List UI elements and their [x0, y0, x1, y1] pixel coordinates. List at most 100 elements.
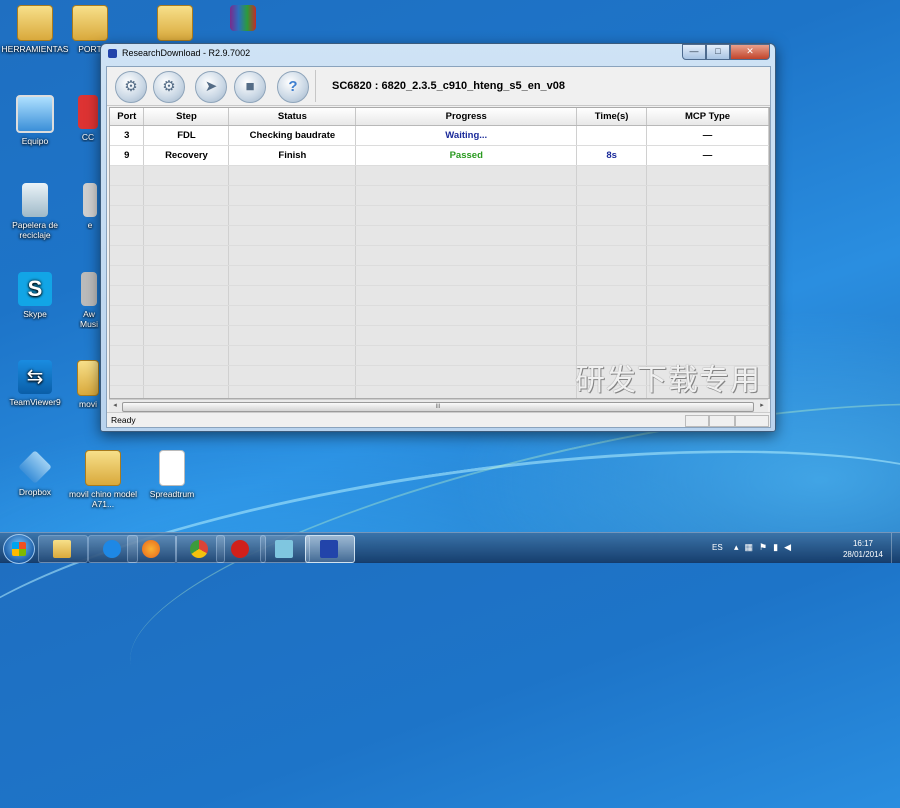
- research-download-icon: [320, 540, 338, 558]
- cell-status: Finish: [228, 145, 357, 166]
- desktop-icon-movil-chino[interactable]: movil chino model A71...: [68, 450, 138, 509]
- skype-icon: S: [18, 272, 52, 306]
- desktop-icon-archive[interactable]: [208, 5, 278, 34]
- shortcut-icon: [81, 272, 97, 306]
- research-download-window: ResearchDownload - R2.9.7002 — □ ✕ ⚙ ⚙ ➤…: [100, 43, 776, 432]
- desktop-icon-spreadtrum[interactable]: Spreadtrum: [137, 450, 207, 499]
- show-hidden-icons-icon[interactable]: ▴: [734, 542, 745, 552]
- network-icon[interactable]: ▦: [745, 542, 760, 552]
- column-header-time[interactable]: Time(s): [576, 108, 648, 126]
- status-text: Ready: [111, 415, 136, 425]
- empty-row: [110, 325, 769, 346]
- cell-port: 3: [110, 125, 145, 146]
- desktop-icon-folder[interactable]: [140, 5, 210, 44]
- shortcut-icon: [83, 183, 97, 217]
- cell-step: FDL: [143, 125, 230, 146]
- start-download-button[interactable]: ➤: [195, 71, 227, 103]
- cell-status: Checking baudrate: [228, 125, 357, 146]
- desktop-icon-dropbox[interactable]: Dropbox: [0, 450, 70, 497]
- dropbox-icon: [18, 450, 52, 484]
- chrome-icon: [190, 540, 208, 558]
- language-indicator[interactable]: ES: [712, 543, 723, 552]
- column-header-step[interactable]: Step: [143, 108, 230, 126]
- action-center-icon[interactable]: ⚑: [759, 542, 773, 552]
- cell-time: [576, 125, 648, 146]
- cell-progress: Waiting...: [355, 125, 578, 146]
- cell-mcp-type: —: [646, 125, 769, 146]
- folder-icon: [17, 5, 53, 41]
- empty-row: [110, 305, 769, 326]
- column-header-mcp-type[interactable]: MCP Type: [646, 108, 769, 126]
- taskbar-research-download[interactable]: [305, 535, 355, 563]
- status-bar: Ready: [107, 412, 770, 427]
- desktop-icon-equipo[interactable]: Equipo: [0, 95, 70, 146]
- clock[interactable]: 16:17 28/01/2014: [836, 538, 890, 560]
- taskbar: ES ▴▦⚑▮◀ 16:17 28/01/2014: [0, 532, 900, 564]
- computer-icon: [16, 95, 54, 133]
- notepad-icon: [275, 540, 293, 558]
- opera-icon: [231, 540, 249, 558]
- load-packet-button[interactable]: ⚙: [153, 71, 185, 103]
- windows-logo-icon: [12, 542, 26, 556]
- app-icon: [108, 49, 117, 58]
- status-panel: [685, 415, 709, 427]
- cell-step: Recovery: [143, 145, 230, 166]
- taskbar-explorer[interactable]: [38, 535, 88, 563]
- port-table: Port Step Status Progress Time(s) MCP Ty…: [109, 107, 770, 399]
- taskbar-notepad[interactable]: [260, 535, 310, 563]
- start-button[interactable]: [3, 534, 35, 564]
- empty-row: [110, 265, 769, 286]
- stop-download-button[interactable]: ■: [234, 71, 266, 103]
- internet-explorer-icon: [103, 540, 121, 558]
- recycle-bin-icon: [22, 183, 48, 217]
- folder-icon: [72, 5, 108, 41]
- cell-time: 8s: [576, 145, 648, 166]
- table-header: Port Step Status Progress Time(s) MCP Ty…: [110, 108, 769, 126]
- battery-icon[interactable]: ▮: [773, 542, 784, 552]
- desktop-icon-herramientas[interactable]: HERRAMIENTAS: [0, 5, 70, 54]
- taskbar-firefox[interactable]: [127, 535, 177, 563]
- settings-gear-button[interactable]: ⚙: [115, 71, 147, 103]
- desktop-icon-e[interactable]: e: [80, 183, 100, 230]
- folder-icon: [53, 540, 71, 558]
- minimize-button[interactable]: —: [682, 44, 706, 60]
- cell-mcp-type: —: [646, 145, 769, 166]
- volume-icon[interactable]: ◀: [784, 542, 797, 552]
- clock-date: 28/01/2014: [842, 550, 884, 559]
- horizontal-scrollbar[interactable]: ◂ III ▸: [109, 399, 768, 412]
- window-client-area: ⚙ ⚙ ➤ ■ ? SC6820 : 6820_2.3.5_c910_hteng…: [106, 66, 771, 428]
- teamviewer-icon: ⇆: [18, 360, 52, 394]
- desktop-icon-skype[interactable]: S Skype: [0, 272, 70, 319]
- scroll-right-arrow-icon[interactable]: ▸: [757, 401, 767, 411]
- window-title: ResearchDownload - R2.9.7002: [122, 48, 251, 58]
- firefox-icon: [142, 540, 160, 558]
- maximize-button[interactable]: □: [706, 44, 730, 60]
- cell-progress: Passed: [355, 145, 578, 166]
- desktop-icon-cc[interactable]: CC: [75, 95, 101, 142]
- scroll-thumb[interactable]: III: [122, 402, 754, 412]
- empty-row: [110, 285, 769, 306]
- desktop-icon-movi[interactable]: movi: [76, 360, 100, 409]
- toolbar-separator: [315, 70, 316, 102]
- shortcut-icon: [78, 95, 98, 129]
- table-row[interactable]: 9 Recovery Finish Passed 8s —: [110, 145, 769, 166]
- winrar-icon: [230, 5, 256, 31]
- system-tray-icons[interactable]: ▴▦⚑▮◀: [734, 542, 797, 553]
- column-header-port[interactable]: Port: [110, 108, 145, 126]
- title-bar[interactable]: ResearchDownload - R2.9.7002 — □ ✕: [101, 44, 775, 64]
- show-desktop-button[interactable]: [891, 533, 900, 563]
- column-header-progress[interactable]: Progress: [355, 108, 578, 126]
- folder-icon: [157, 5, 193, 41]
- folder-icon: [85, 450, 121, 486]
- close-button[interactable]: ✕: [730, 44, 770, 60]
- desktop-icon-teamviewer[interactable]: ⇆ TeamViewer9: [0, 360, 70, 407]
- folder-icon: [77, 360, 99, 396]
- help-button[interactable]: ?: [277, 71, 309, 103]
- taskbar-opera[interactable]: [216, 535, 266, 563]
- column-header-status[interactable]: Status: [228, 108, 357, 126]
- scroll-left-arrow-icon[interactable]: ◂: [110, 401, 120, 411]
- desktop-icon-papelera[interactable]: Papelera de reciclaje: [0, 183, 70, 240]
- table-row[interactable]: 3 FDL Checking baudrate Waiting... —: [110, 125, 769, 146]
- desktop-icon-aw-musi[interactable]: Aw Musi: [78, 272, 100, 329]
- window-controls: — □ ✕: [682, 44, 770, 60]
